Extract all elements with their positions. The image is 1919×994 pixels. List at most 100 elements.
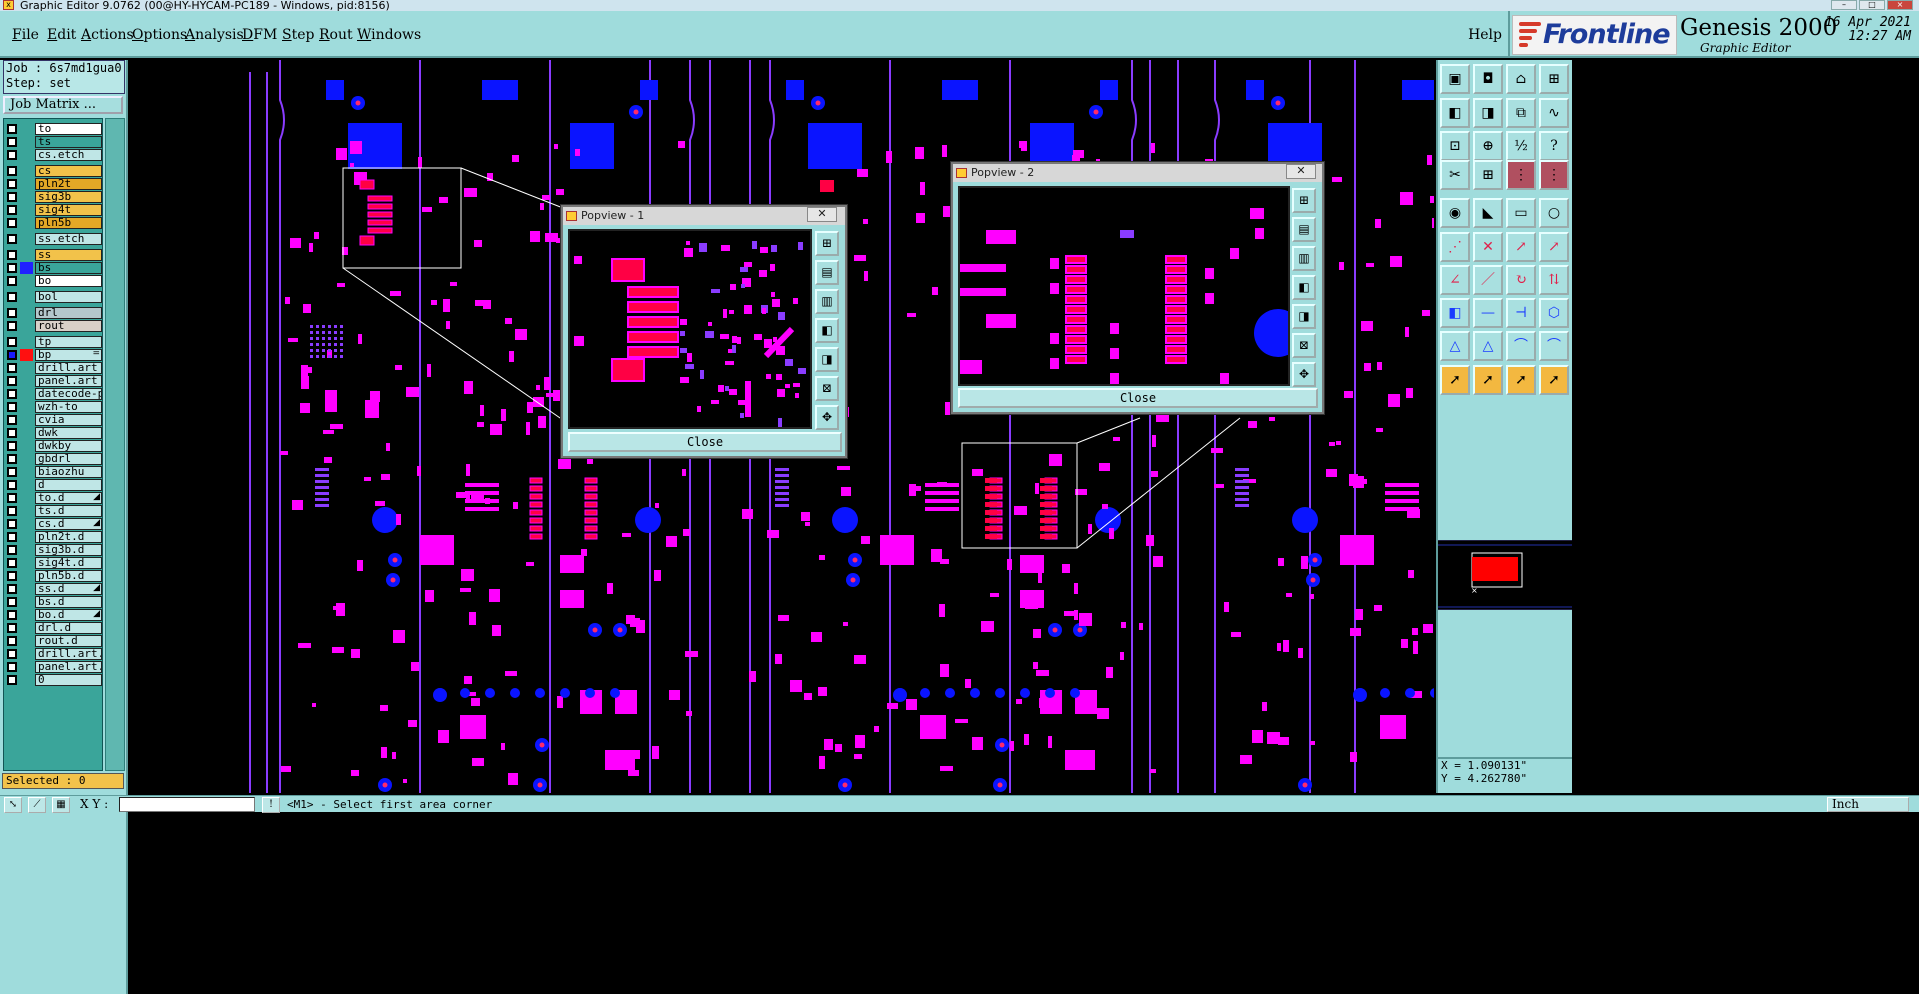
layer-name[interactable]: to [35, 123, 102, 135]
layer-row[interactable]: pln2t [5, 178, 103, 190]
layer-name[interactable]: cvia [35, 414, 102, 426]
job-matrix-button[interactable]: Job Matrix ... [3, 96, 123, 114]
measure-icon[interactable]: ◣ [1473, 198, 1503, 228]
layer-name[interactable]: wzh-to [35, 401, 102, 413]
layer-checkbox[interactable] [7, 179, 17, 189]
zoom-in-icon[interactable]: ⊞ [815, 231, 839, 256]
layer-checkbox[interactable] [7, 558, 17, 568]
layer-checkbox[interactable] [7, 467, 17, 477]
layer-row[interactable]: bs [5, 262, 103, 274]
layer-name[interactable]: pln5b [35, 217, 102, 229]
layer-row[interactable]: pln5b [5, 217, 103, 229]
layer-row[interactable]: dwkby [5, 440, 103, 452]
layer-row[interactable]: bs.d [5, 596, 103, 608]
layer-checkbox[interactable] [7, 205, 17, 215]
layer-checkbox[interactable] [7, 519, 17, 529]
close-window-button[interactable]: × [1887, 0, 1913, 10]
move-right-icon[interactable]: ◨ [1473, 98, 1503, 128]
arc-icon[interactable]: ↗ [1539, 232, 1569, 262]
layer-name[interactable]: gbdrl [35, 453, 102, 465]
layer-name[interactable]: bol [35, 291, 102, 303]
pointer-icon[interactable]: ➚ [1440, 365, 1470, 395]
menu-step[interactable]: Step [282, 27, 314, 43]
menu-actions[interactable]: Actions [81, 27, 134, 43]
cross-icon[interactable]: ✕ [1473, 232, 1503, 262]
layer-checkbox[interactable] [7, 662, 17, 672]
popview-1-titlebar[interactable]: Popview - 1 [563, 207, 845, 225]
popview-2-close-icon[interactable]: ✕ [1286, 164, 1316, 179]
layer-name[interactable]: 0 [35, 674, 102, 686]
layer-checkbox[interactable] [7, 415, 17, 425]
minimize-button[interactable]: – [1831, 0, 1857, 10]
layer-row[interactable]: dwk [5, 427, 103, 439]
layer-row[interactable]: biaozhu [5, 466, 103, 478]
layer-name[interactable]: pln2t.d [35, 531, 102, 543]
layer-name[interactable]: bs.d [35, 596, 102, 608]
arch-icon[interactable]: ⌒ [1506, 331, 1536, 361]
layer-name[interactable]: tp [35, 336, 102, 348]
save-icon[interactable]: ◘ [1473, 64, 1503, 94]
layer-name[interactable]: ss.etch [35, 233, 102, 245]
xy-input[interactable] [119, 797, 255, 812]
layer-name[interactable]: ts.d [35, 505, 102, 517]
menu-dfm[interactable]: DFM [242, 27, 277, 43]
minus-icon[interactable]: — [1473, 298, 1503, 328]
overview-minimap[interactable]: × [1438, 540, 1572, 610]
popview-2-zoom-view[interactable] [960, 188, 1290, 386]
layer-checkbox[interactable] [7, 636, 17, 646]
layer-row[interactable]: cs [5, 165, 103, 177]
layer-checkbox[interactable] [7, 623, 17, 633]
pan-icon[interactable]: ✥ [815, 405, 839, 430]
bracket-icon[interactable]: ⊣ [1506, 298, 1536, 328]
layer-name[interactable]: sig3b [35, 191, 102, 203]
area-select-icon[interactable]: ⤡ [4, 797, 22, 813]
layer-checkbox[interactable] [7, 276, 17, 286]
layer-row[interactable]: bo [5, 275, 103, 287]
wave-icon[interactable]: ∿ [1539, 98, 1569, 128]
layer-checkbox[interactable] [7, 480, 17, 490]
layer-name[interactable]: datecode-pt [35, 388, 102, 400]
next-icon[interactable]: ◨ [815, 347, 839, 372]
layer-row[interactable]: wzh-to [5, 401, 103, 413]
layer-name[interactable]: bo.d [35, 609, 102, 621]
layer-name[interactable]: ss [35, 249, 102, 261]
copy-icon[interactable]: ⧉ [1506, 98, 1536, 128]
layer-name[interactable]: ss.d [35, 583, 102, 595]
layer-checkbox[interactable] [7, 428, 17, 438]
prev-icon[interactable]: ◧ [1292, 275, 1316, 300]
probe-alt-icon[interactable]: ⋮ [1539, 160, 1569, 190]
layer-row[interactable]: sig3b [5, 191, 103, 203]
layer-checkbox[interactable] [7, 192, 17, 202]
fit-icon[interactable]: ⊡ [1440, 131, 1470, 161]
popview-2-canvas[interactable] [958, 186, 1290, 386]
layer-row[interactable]: cs.etch [5, 149, 103, 161]
layer-row[interactable]: bo.d ◢ [5, 609, 103, 621]
layer-checkbox[interactable] [7, 376, 17, 386]
fit-icon[interactable]: ⊠ [815, 376, 839, 401]
layer-row[interactable]: bol [5, 291, 103, 303]
layer-name[interactable]: sig3b.d [35, 544, 102, 556]
node-icon[interactable]: ⋰ [1440, 232, 1470, 262]
layer-row[interactable]: ts [5, 136, 103, 148]
polygon-icon[interactable]: ⬡ [1539, 298, 1569, 328]
layer-checkbox[interactable] [7, 675, 17, 685]
layer-name[interactable]: rout [35, 320, 102, 332]
print-icon[interactable]: ▤ [815, 260, 839, 285]
layer-row[interactable]: rout [5, 320, 103, 332]
line-select-icon[interactable]: ⟋ [28, 797, 46, 813]
layer-row[interactable]: datecode-pt [5, 388, 103, 400]
zoom-icon[interactable]: ⊕ [1473, 131, 1503, 161]
ratio-icon[interactable]: ½ [1506, 131, 1536, 161]
layer-name[interactable]: cs.etch [35, 149, 102, 161]
vertex-icon[interactable]: ↗ [1506, 232, 1536, 262]
layer-row[interactable]: 0 [5, 674, 103, 686]
move-left-icon[interactable]: ◧ [1440, 98, 1470, 128]
layer-checkbox[interactable] [7, 454, 17, 464]
layer-name[interactable]: ts [35, 136, 102, 148]
layer-row[interactable]: ss [5, 249, 103, 261]
layer-checkbox[interactable] [7, 584, 17, 594]
layer-name[interactable]: drill.art [35, 362, 102, 374]
layer-checkbox[interactable] [7, 597, 17, 607]
pointer-c-icon[interactable]: ➚ [1539, 365, 1569, 395]
layer-row[interactable]: sig4t.d [5, 557, 103, 569]
